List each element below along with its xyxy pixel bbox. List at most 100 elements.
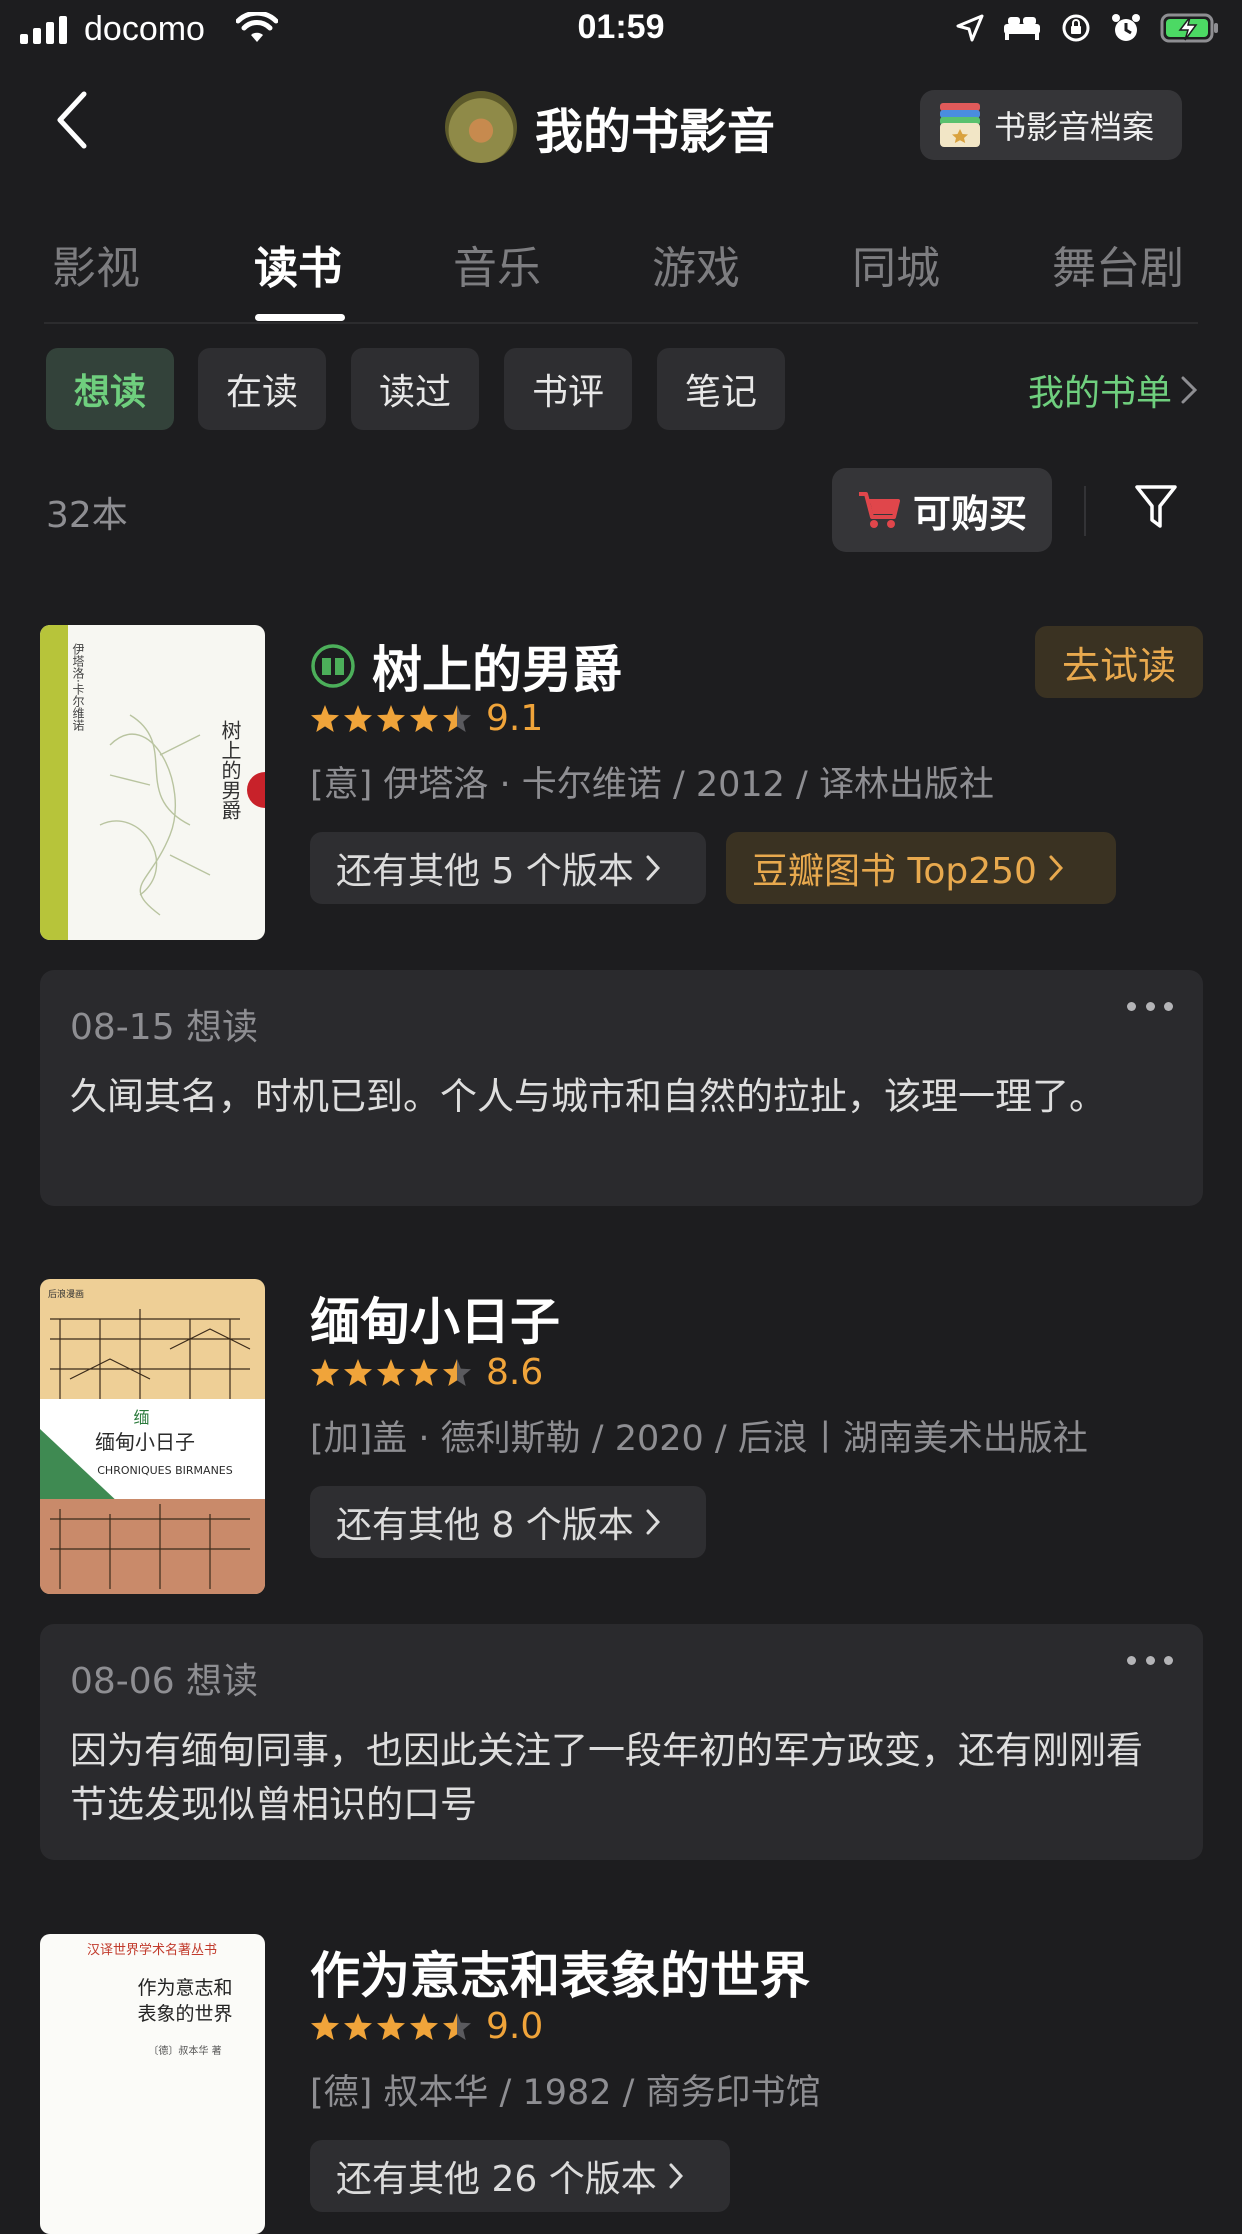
book-cover-art-2: 缅 缅甸小日子 CHRONIQUES BIRMANES 后浪漫画 bbox=[40, 1279, 265, 1594]
header-title-group: 我的书影音 bbox=[445, 90, 775, 164]
location-icon bbox=[956, 14, 984, 42]
book-title[interactable]: 缅甸小日子 bbox=[310, 1282, 560, 1354]
book-rating: 9.0 bbox=[310, 2006, 543, 2047]
archive-button[interactable]: 书影音档案 bbox=[920, 90, 1182, 160]
tab-music[interactable]: 音乐 bbox=[453, 232, 541, 296]
chevron-right-icon bbox=[1181, 376, 1198, 404]
chevron-right-icon bbox=[1049, 855, 1063, 881]
top250-badge[interactable]: 豆瓣图书 Top250 bbox=[726, 832, 1116, 904]
status-bar: docomo 01:59 bbox=[0, 0, 1242, 62]
try-reading-button[interactable]: 去试读 bbox=[1035, 626, 1203, 698]
book-title[interactable]: 作为意志和表象的世界 bbox=[310, 1936, 810, 2008]
chevron-right-icon bbox=[646, 855, 660, 881]
other-versions-label: 还有其他 26 个版本 bbox=[336, 2159, 657, 2200]
top250-label: 豆瓣图书 Top250 bbox=[752, 851, 1037, 892]
svg-text:汉译世界学术名著丛书: 汉译世界学术名著丛书 bbox=[87, 1942, 217, 1958]
book-meta: [意] 伊塔洛 · 卡尔维诺 / 2012 / 译林出版社 bbox=[310, 765, 994, 805]
note-card[interactable]: 08-06 想读 因为有缅甸同事，也因此关注了一段年初的军方政变，还有刚刚看节选… bbox=[40, 1624, 1203, 1860]
star-icon bbox=[344, 2012, 372, 2040]
star-icon bbox=[377, 1358, 405, 1386]
star-icon bbox=[344, 704, 372, 732]
book-title-row: 树上的男爵 bbox=[310, 630, 622, 702]
more-icon[interactable] bbox=[1127, 998, 1173, 1014]
battery-icon bbox=[1160, 13, 1218, 43]
svg-text:缅甸小日子: 缅甸小日子 bbox=[95, 1430, 195, 1454]
book-rating: 9.1 bbox=[310, 698, 543, 739]
back-arrow-icon[interactable] bbox=[52, 90, 92, 150]
book-meta: [加]盖 · 德利斯勒 / 2020 / 后浪丨湖南美术出版社 bbox=[310, 1419, 1088, 1459]
tab-local[interactable]: 同城 bbox=[852, 232, 940, 296]
note-text: 因为有缅甸同事，也因此关注了一段年初的军方政变，还有刚刚看节选发现似曾相识的口号 bbox=[70, 1729, 1143, 1826]
other-versions-label: 还有其他 8 个版本 bbox=[336, 1505, 634, 1546]
filter-reading[interactable]: 在读 bbox=[198, 348, 326, 430]
svg-text:作为意志和: 作为意志和 bbox=[137, 1977, 232, 1999]
ebook-icon bbox=[311, 644, 355, 688]
star-icon bbox=[311, 1358, 339, 1386]
star-icon bbox=[344, 1358, 372, 1386]
filter-icon[interactable] bbox=[1134, 482, 1178, 532]
note-card[interactable]: 08-15 想读 久闻其名，时机已到。个人与城市和自然的拉扯，该理一理了。 bbox=[40, 970, 1203, 1206]
svg-text:表象的世界: 表象的世界 bbox=[137, 2003, 232, 2025]
my-booklist-label: 我的书单 bbox=[1027, 373, 1172, 414]
note-date: 08-06 想读 bbox=[70, 1661, 259, 1702]
svg-text:树上的男爵: 树上的男爵 bbox=[218, 720, 242, 820]
svg-text:缅: 缅 bbox=[131, 1409, 150, 1425]
svg-text:〔德〕叔本华 著: 〔德〕叔本华 著 bbox=[148, 2044, 221, 2057]
book-score: 9.1 bbox=[486, 698, 544, 739]
star-icon bbox=[311, 704, 339, 732]
svg-text:伊塔洛·卡尔维诺: 伊塔洛·卡尔维诺 bbox=[71, 643, 85, 731]
book-meta: [德] 叔本华 / 1982 / 商务印书馆 bbox=[310, 2073, 821, 2113]
tab-drama[interactable]: 舞台剧 bbox=[1052, 232, 1184, 296]
star-icon bbox=[377, 2012, 405, 2040]
book-cover[interactable]: 汉译世界学术名著丛书 作为意志和 表象的世界 〔德〕叔本华 著 bbox=[40, 1934, 265, 2234]
note-text: 久闻其名，时机已到。个人与城市和自然的拉扯，该理一理了。 bbox=[70, 1075, 1106, 1118]
book-score: 8.6 bbox=[486, 1352, 544, 1393]
star-icon bbox=[443, 704, 471, 732]
other-versions-button[interactable]: 还有其他 26 个版本 bbox=[310, 2140, 730, 2212]
star-icon bbox=[377, 704, 405, 732]
star-icon bbox=[410, 704, 438, 732]
book-title[interactable]: 树上的男爵 bbox=[372, 630, 622, 702]
book-cover-art-1: 树上的男爵 伊塔洛·卡尔维诺 bbox=[40, 625, 265, 940]
other-versions-button[interactable]: 还有其他 5 个版本 bbox=[310, 832, 706, 904]
alarm-icon bbox=[1112, 14, 1140, 41]
other-versions-label: 还有其他 5 个版本 bbox=[336, 851, 634, 892]
buyable-label: 可购买 bbox=[912, 491, 1027, 536]
filter-notes[interactable]: 笔记 bbox=[657, 348, 785, 430]
tabs-divider bbox=[44, 322, 1198, 324]
chevron-right-icon bbox=[646, 1509, 660, 1535]
star-rating-icon bbox=[310, 2012, 472, 2042]
book-score: 9.0 bbox=[486, 2006, 544, 2047]
book-cover[interactable]: 树上的男爵 伊塔洛·卡尔维诺 bbox=[40, 625, 265, 940]
tab-movies[interactable]: 影视 bbox=[52, 232, 140, 296]
svg-text:CHRONIQUES BIRMANES: CHRONIQUES BIRMANES bbox=[97, 1464, 232, 1477]
archive-icon bbox=[940, 103, 980, 147]
filter-reviews[interactable]: 书评 bbox=[504, 348, 632, 430]
cart-icon bbox=[858, 492, 900, 528]
tab-games[interactable]: 游戏 bbox=[652, 232, 740, 296]
filter-read[interactable]: 读过 bbox=[351, 348, 479, 430]
star-icon bbox=[443, 1358, 471, 1386]
book-count: 32本 bbox=[46, 495, 128, 536]
star-icon bbox=[311, 2012, 339, 2040]
page-title: 我的书影音 bbox=[535, 104, 776, 160]
star-icon bbox=[443, 2012, 471, 2040]
filter-want[interactable]: 想读 bbox=[46, 348, 174, 430]
star-icon bbox=[410, 2012, 438, 2040]
svg-text:后浪漫画: 后浪漫画 bbox=[48, 1288, 84, 1300]
avatar[interactable] bbox=[445, 91, 517, 163]
tab-books[interactable]: 读书 bbox=[254, 232, 342, 296]
book-cover[interactable]: 缅 缅甸小日子 CHRONIQUES BIRMANES 后浪漫画 bbox=[40, 1279, 265, 1594]
chevron-right-icon bbox=[669, 2163, 683, 2189]
note-date: 08-15 想读 bbox=[70, 1007, 259, 1048]
archive-label: 书影音档案 bbox=[994, 108, 1155, 146]
active-tab-indicator bbox=[255, 314, 345, 321]
category-tabs: 影视 读书 音乐 游戏 同城 舞台剧 bbox=[0, 232, 1242, 322]
more-icon[interactable] bbox=[1127, 1652, 1173, 1668]
buyable-button[interactable]: 可购买 bbox=[832, 468, 1052, 552]
star-rating-icon bbox=[310, 704, 472, 734]
my-booklist-link[interactable]: 我的书单 bbox=[1028, 364, 1198, 416]
other-versions-button[interactable]: 还有其他 8 个版本 bbox=[310, 1486, 706, 1558]
rotation-lock-icon bbox=[1062, 14, 1090, 42]
star-icon bbox=[410, 1358, 438, 1386]
